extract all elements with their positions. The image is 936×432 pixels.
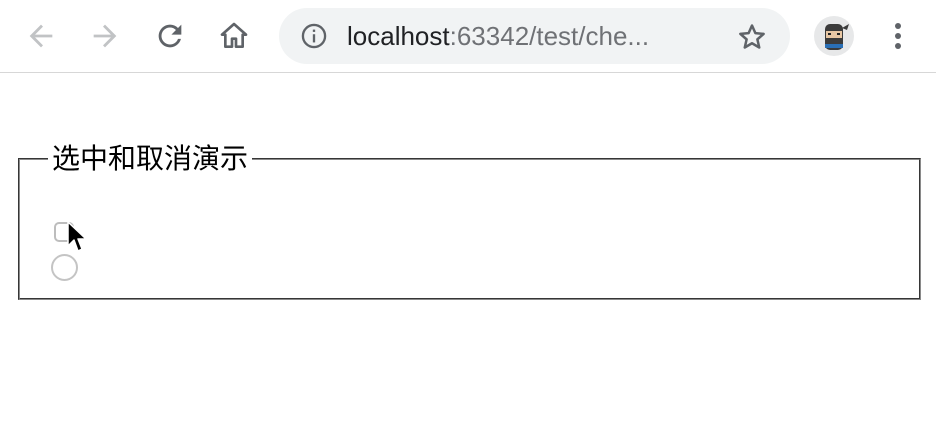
- demo-fieldset: 选中和取消演示: [18, 142, 921, 300]
- demo-radio[interactable]: [51, 254, 78, 281]
- arrow-right-icon: [93, 24, 117, 48]
- back-button[interactable]: [19, 14, 63, 58]
- home-button[interactable]: [212, 14, 256, 58]
- arrow-left-icon: [29, 24, 53, 48]
- fieldset-legend: 选中和取消演示: [52, 142, 249, 175]
- reload-icon: [158, 24, 182, 48]
- browser-toolbar: localhost:63342/test/che...: [0, 0, 936, 73]
- address-bar[interactable]: localhost:63342/test/che...: [279, 8, 790, 64]
- forward-button[interactable]: [83, 14, 127, 58]
- home-icon: [220, 22, 248, 48]
- vertical-dots-icon[interactable]: [884, 16, 912, 56]
- reload-button[interactable]: [148, 14, 192, 58]
- ninja-avatar-icon: [825, 24, 849, 50]
- profile-avatar[interactable]: [814, 16, 854, 56]
- url-path: :63342/test/che...: [449, 21, 650, 51]
- star-icon[interactable]: [737, 22, 767, 52]
- url-host: localhost: [347, 21, 450, 51]
- mouse-cursor-icon: [67, 221, 87, 252]
- info-icon[interactable]: [300, 22, 328, 50]
- url-text[interactable]: localhost:63342/test/che...: [347, 21, 649, 51]
- page-content: 选中和取消演示: [0, 74, 936, 432]
